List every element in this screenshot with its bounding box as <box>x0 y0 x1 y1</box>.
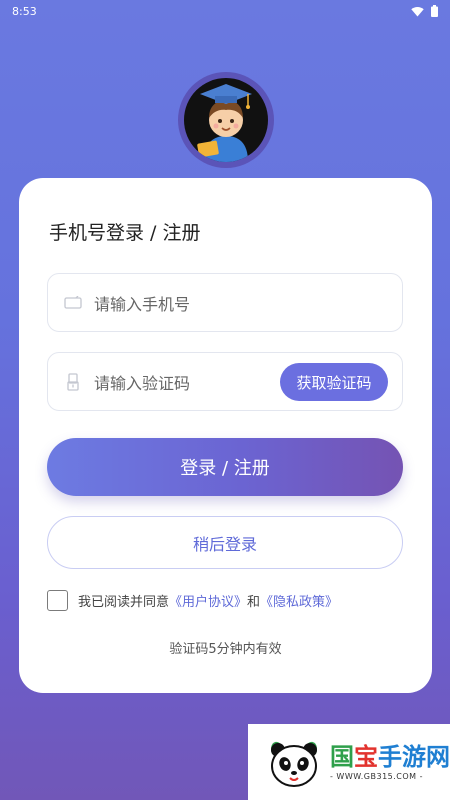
code-input[interactable]: 请输入验证码 <box>94 370 190 394</box>
login-later-button[interactable]: 稍后登录 <box>47 516 403 569</box>
battery-icon <box>431 5 438 17</box>
phone-field[interactable]: 请输入手机号 <box>47 273 403 332</box>
status-bar: 8:53 <box>0 0 450 22</box>
watermark-logo: 国宝手游网 - WWW.GB315.COM - <box>248 724 450 800</box>
avatar-ring <box>178 72 274 168</box>
agreement-conjunction: 和 <box>247 595 261 610</box>
wifi-icon <box>411 6 424 16</box>
avatar <box>184 78 268 162</box>
watermark-subtitle: - WWW.GB315.COM - <box>330 771 423 781</box>
graduate-avatar-icon <box>197 84 252 162</box>
watermark-title: 国宝手游网 <box>330 742 450 771</box>
agreement-row: 我已阅读并同意 《用户协议》 和 《隐私政策》 <box>47 590 338 611</box>
code-field[interactable]: 请输入验证码 获取验证码 <box>47 352 403 411</box>
lock-code-icon <box>62 371 84 393</box>
phone-input[interactable]: 请输入手机号 <box>94 291 190 315</box>
login-card: 手机号登录 / 注册 请输入手机号 请输入验证码 获取验证码 登录 / 注册 稍… <box>19 178 432 693</box>
agreement-prefix: 我已阅读并同意 <box>78 595 170 610</box>
status-icons <box>411 5 438 17</box>
page-title: 手机号登录 / 注册 <box>49 222 201 244</box>
login-register-button[interactable]: 登录 / 注册 <box>47 438 403 496</box>
privacy-policy-link[interactable]: 《隐私政策》 <box>260 591 338 610</box>
user-agreement-link[interactable]: 《用户协议》 <box>169 591 247 610</box>
status-time: 8:53 <box>12 4 37 18</box>
agreement-checkbox[interactable] <box>47 590 68 611</box>
phone-card-icon <box>62 292 84 314</box>
code-validity-hint: 验证码5分钟内有效 <box>169 642 282 657</box>
get-code-button[interactable]: 获取验证码 <box>280 363 388 401</box>
panda-logo-icon <box>271 741 317 787</box>
